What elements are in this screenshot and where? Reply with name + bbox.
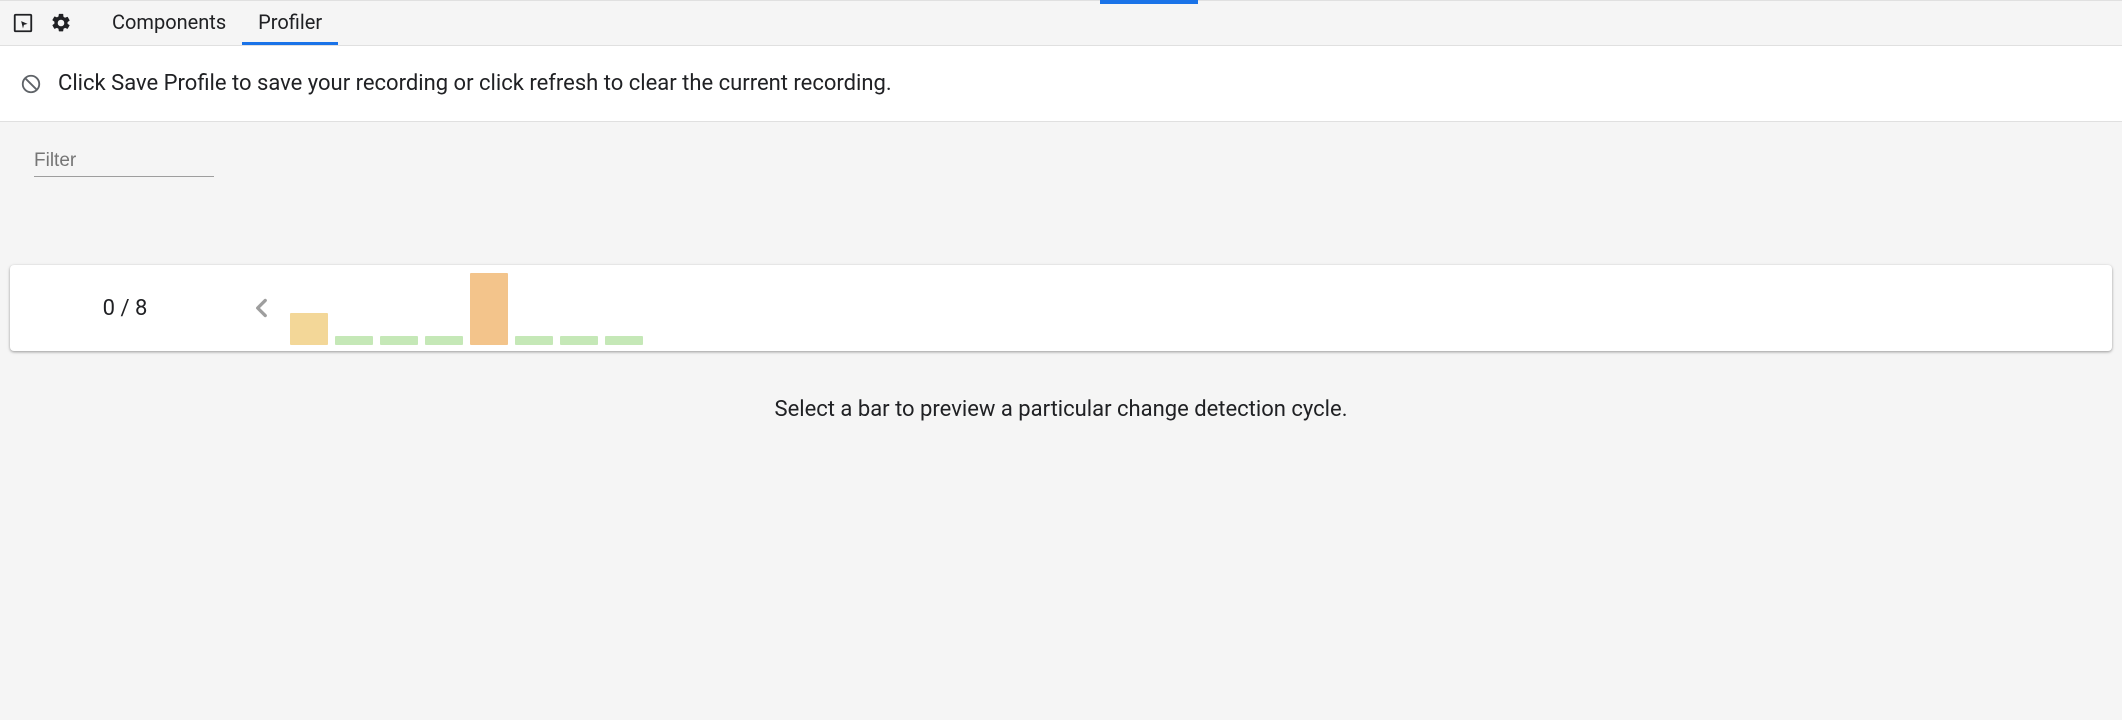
chart-bar[interactable] xyxy=(380,336,418,345)
chart-bar[interactable] xyxy=(335,336,373,345)
message-text: Click Save Profile to save your recordin… xyxy=(58,71,892,96)
inspect-icon[interactable] xyxy=(12,12,34,34)
chart-bar[interactable] xyxy=(560,336,598,345)
tab-components-label: Components xyxy=(112,10,226,34)
message-strip: Click Save Profile to save your recordin… xyxy=(0,46,2122,122)
filter-input[interactable] xyxy=(34,146,214,177)
hint-area: Select a bar to preview a particular cha… xyxy=(0,397,2122,422)
tab-profiler-label: Profiler xyxy=(258,10,322,34)
chart-bars xyxy=(284,265,653,351)
chart-count: 0 / 8 xyxy=(10,265,240,351)
no-symbol-icon xyxy=(20,73,42,95)
tab-profiler[interactable]: Profiler xyxy=(242,1,338,45)
tabs: Components Profiler xyxy=(96,1,338,45)
gear-icon[interactable] xyxy=(50,12,72,34)
chart-bar[interactable] xyxy=(605,336,643,345)
chart-card: 0 / 8 xyxy=(10,265,2112,351)
chart-prev-button[interactable] xyxy=(240,265,284,351)
hint-text: Select a bar to preview a particular cha… xyxy=(775,397,1348,422)
top-toolbar: Components Profiler xyxy=(0,0,2122,46)
chart-bar[interactable] xyxy=(290,313,328,345)
top-accent xyxy=(1100,0,1198,4)
filter-area xyxy=(0,122,2122,177)
chart-bar[interactable] xyxy=(515,336,553,345)
chart-bar[interactable] xyxy=(470,273,508,345)
tab-components[interactable]: Components xyxy=(96,1,242,45)
chart-bar[interactable] xyxy=(425,336,463,345)
